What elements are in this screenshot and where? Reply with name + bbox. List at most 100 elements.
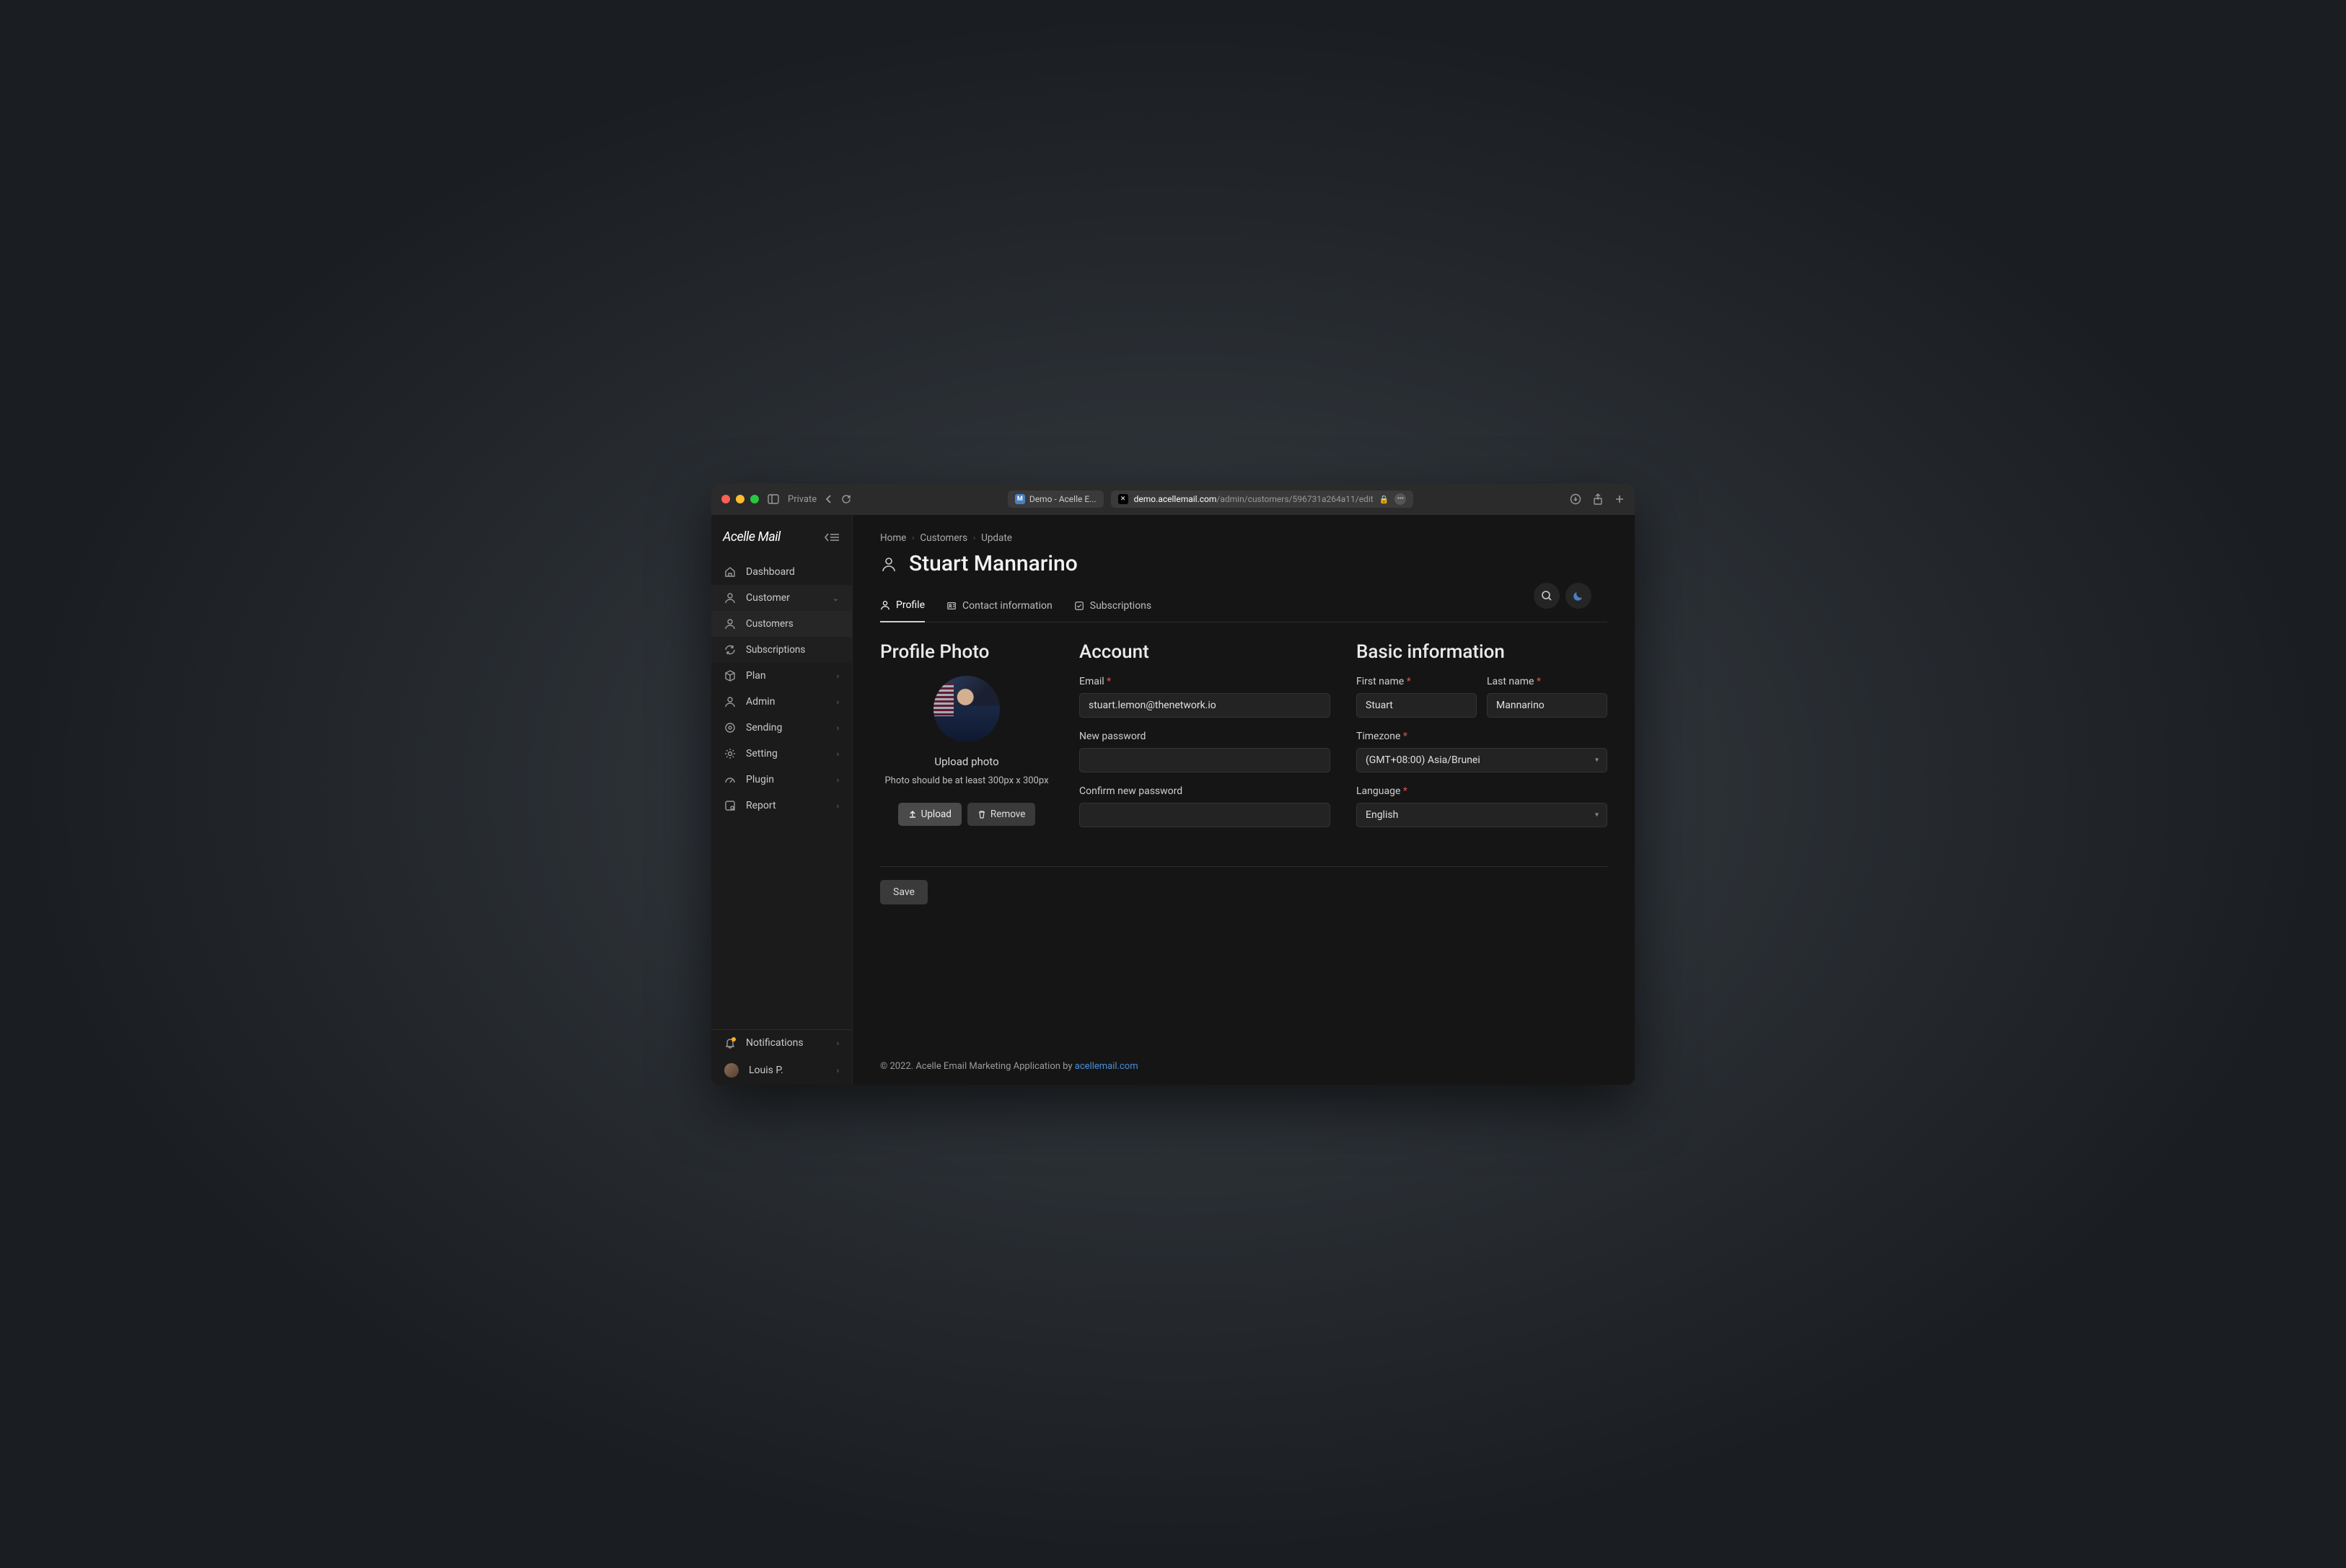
footer-link[interactable]: acellemail.com xyxy=(1075,1061,1138,1072)
chevron-right-icon: › xyxy=(837,1039,839,1048)
maximize-window-button[interactable] xyxy=(750,495,759,503)
upload-icon xyxy=(908,810,917,819)
section-title-photo: Profile Photo xyxy=(880,641,1053,663)
sidebar-item-label: Dashboard xyxy=(746,566,795,578)
timezone-select[interactable]: (GMT+08:00) Asia/Brunei xyxy=(1356,748,1607,772)
tab-profile[interactable]: Profile xyxy=(880,599,925,622)
page-title: Stuart Mannarino xyxy=(909,551,1078,576)
account-section: Account Email * New password Confirm new… xyxy=(1079,641,1330,840)
lock-icon: 🔒 xyxy=(1379,495,1389,504)
sidebar-item-subscriptions[interactable]: Subscriptions xyxy=(711,637,852,663)
user-icon xyxy=(880,600,890,610)
lastname-label: Last name * xyxy=(1487,676,1607,687)
tab-label: Profile xyxy=(896,599,925,611)
url-favicon-icon: ✕ xyxy=(1118,494,1128,504)
trash-icon xyxy=(978,810,986,819)
chevron-right-icon: › xyxy=(973,534,975,542)
sidebar-item-customer[interactable]: Customer ⌄ xyxy=(711,585,852,611)
upload-button[interactable]: Upload xyxy=(898,803,962,826)
sidebar-user-name: Louis P. xyxy=(749,1065,783,1076)
url-path: /admin/customers/596731a264a11/edit xyxy=(1216,494,1373,504)
upload-photo-title: Upload photo xyxy=(880,755,1053,768)
avatar xyxy=(933,676,1000,742)
more-icon[interactable]: ••• xyxy=(1394,493,1406,505)
breadcrumb: Home › Customers › Update xyxy=(880,532,1607,544)
minimize-window-button[interactable] xyxy=(736,495,744,503)
chevron-right-icon: › xyxy=(837,749,839,759)
tab-contact-information[interactable]: Contact information xyxy=(946,599,1053,622)
tab-subscriptions[interactable]: Subscriptions xyxy=(1074,599,1151,622)
home-icon xyxy=(724,566,736,578)
basic-information-section: Basic information First name * Last name… xyxy=(1356,641,1607,840)
user-icon xyxy=(880,555,897,573)
chevron-down-icon: ⌄ xyxy=(832,594,839,603)
sidebar-item-report[interactable]: Report › xyxy=(711,793,852,819)
chevron-right-icon: › xyxy=(912,534,914,542)
confirm-password-field[interactable] xyxy=(1079,803,1330,827)
nav: Dashboard Customer ⌄ Customers Subscript… xyxy=(711,553,852,1029)
user-icon xyxy=(724,696,736,708)
section-title-account: Account xyxy=(1079,641,1330,663)
box-icon xyxy=(724,670,736,682)
email-field[interactable] xyxy=(1079,693,1330,718)
chevron-right-icon: › xyxy=(837,775,839,785)
sidebar-item-label: Report xyxy=(746,800,776,811)
sidebar-item-label: Customer xyxy=(746,592,790,604)
sidebar-item-sending[interactable]: Sending › xyxy=(711,715,852,741)
remove-button[interactable]: Remove xyxy=(967,803,1036,826)
contact-icon xyxy=(946,601,957,611)
sidebar-item-setting[interactable]: Setting › xyxy=(711,741,852,767)
section-title-basic: Basic information xyxy=(1356,641,1607,663)
firstname-field[interactable] xyxy=(1356,693,1477,718)
new-password-field[interactable] xyxy=(1079,748,1330,772)
browser-toolbar: Private M Demo - Acelle E... ✕ demo.acel… xyxy=(711,483,1635,515)
sidebar-item-admin[interactable]: Admin › xyxy=(711,689,852,715)
share-icon[interactable] xyxy=(1593,493,1603,505)
sidebar-toggle-icon[interactable] xyxy=(768,494,779,504)
firstname-label: First name * xyxy=(1356,676,1477,687)
new-tab-icon[interactable] xyxy=(1614,494,1625,504)
sidebar-item-label: Subscriptions xyxy=(746,644,805,656)
sidebar: Acelle Mail Dashboard Customer ⌄ xyxy=(711,515,853,1085)
gear-icon xyxy=(724,748,736,759)
sidebar-item-plugin[interactable]: Plugin › xyxy=(711,767,852,793)
app-container: Acelle Mail Dashboard Customer ⌄ xyxy=(711,515,1635,1085)
chevron-right-icon: › xyxy=(837,1066,839,1075)
tab-title: Demo - Acelle E... xyxy=(1029,494,1097,504)
timezone-label: Timezone * xyxy=(1356,731,1607,742)
sidebar-item-user[interactable]: Louis P. › xyxy=(711,1056,852,1085)
browser-tab[interactable]: M Demo - Acelle E... xyxy=(1008,490,1104,508)
sidebar-item-notifications[interactable]: Notifications › xyxy=(711,1030,852,1056)
report-icon xyxy=(724,800,736,811)
sidebar-item-label: Notifications xyxy=(746,1037,804,1049)
main-content: Home › Customers › Update Stuart Mannari… xyxy=(853,515,1635,1085)
footer-text: © 2022. Acelle Email Marketing Applicati… xyxy=(880,1061,1075,1072)
footer: © 2022. Acelle Email Marketing Applicati… xyxy=(853,1048,1635,1085)
chevron-right-icon: › xyxy=(837,801,839,811)
search-button[interactable] xyxy=(1534,583,1560,609)
sidebar-item-plan[interactable]: Plan › xyxy=(711,663,852,689)
breadcrumb-update: Update xyxy=(981,532,1012,544)
downloads-icon[interactable] xyxy=(1570,493,1581,505)
traffic-lights xyxy=(721,495,759,503)
sidebar-item-dashboard[interactable]: Dashboard xyxy=(711,559,852,585)
back-button[interactable] xyxy=(825,494,832,504)
sidebar-collapse-icon[interactable] xyxy=(825,532,840,542)
language-select[interactable]: English xyxy=(1356,803,1607,827)
theme-toggle-button[interactable] xyxy=(1565,583,1591,609)
breadcrumb-customers[interactable]: Customers xyxy=(920,532,967,544)
address-bar[interactable]: ✕ demo.acellemail.com/admin/customers/59… xyxy=(1111,490,1414,508)
sidebar-item-customers[interactable]: Customers xyxy=(711,611,852,637)
avatar xyxy=(724,1063,739,1078)
sidebar-item-label: Sending xyxy=(746,722,782,734)
sidebar-item-label: Customers xyxy=(746,618,794,630)
tabs: Profile Contact information Subscription… xyxy=(880,599,1607,622)
logo[interactable]: Acelle Mail xyxy=(723,529,781,545)
save-button[interactable]: Save xyxy=(880,880,928,904)
reload-button[interactable] xyxy=(841,494,851,504)
notification-badge xyxy=(732,1037,736,1041)
new-password-label: New password xyxy=(1079,731,1330,742)
close-window-button[interactable] xyxy=(721,495,730,503)
breadcrumb-home[interactable]: Home xyxy=(880,532,906,544)
lastname-field[interactable] xyxy=(1487,693,1607,718)
